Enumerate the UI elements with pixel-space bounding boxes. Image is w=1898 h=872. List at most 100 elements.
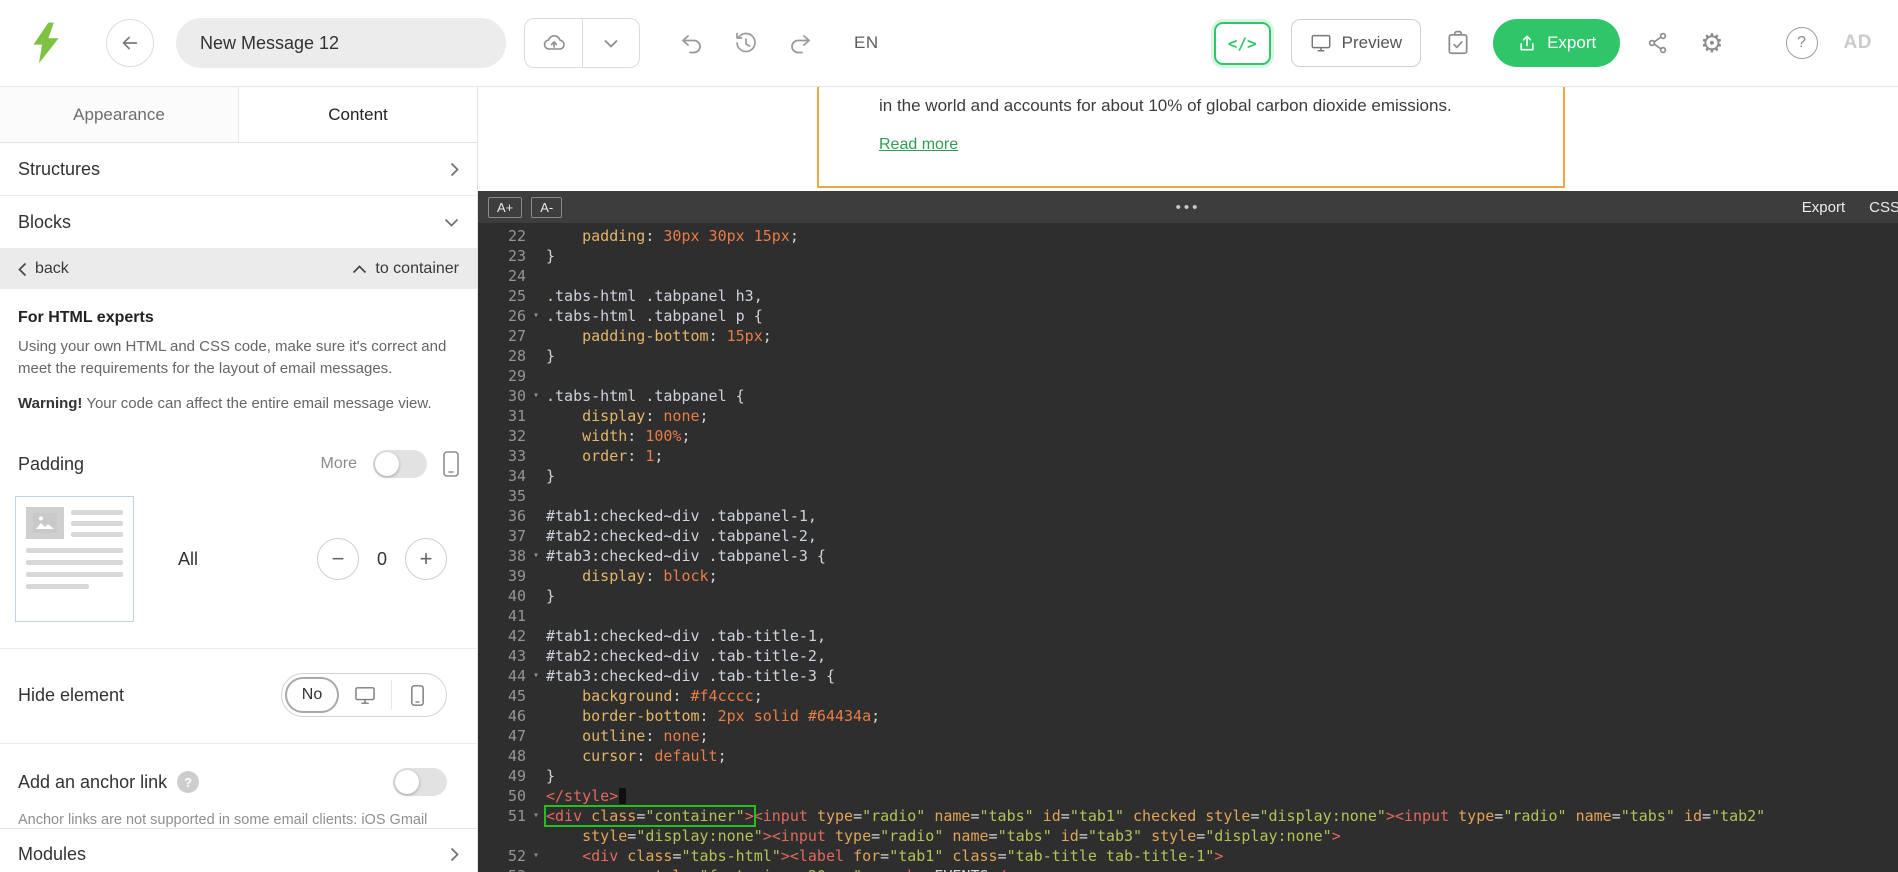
code-line[interactable]: 50 </style> bbox=[478, 786, 1898, 806]
code-text: } bbox=[546, 467, 556, 485]
code-editor[interactable]: 22 padding: 30px 30px 15px; 23} 24 25 .tabs-… bbox=[478, 223, 1898, 872]
code-view-toggle-button[interactable]: </> bbox=[1213, 21, 1271, 65]
save-options-dropdown[interactable] bbox=[582, 18, 640, 68]
font-increase-button[interactable]: A+ bbox=[488, 196, 523, 218]
tab-content[interactable]: Content bbox=[239, 87, 477, 142]
app-logo-icon[interactable] bbox=[26, 21, 66, 65]
code-text: <p style="font-size: 20px;">our<br>EVENT… bbox=[546, 866, 1024, 872]
hide-desktop-option[interactable] bbox=[339, 680, 391, 710]
code-line[interactable]: 39 display: block; bbox=[478, 566, 1898, 586]
export-button[interactable]: Export bbox=[1493, 19, 1621, 67]
selected-container-outline[interactable]: in the world and accounts for about 10% … bbox=[817, 87, 1565, 188]
padding-all-label: All bbox=[178, 548, 199, 569]
code-line[interactable]: 40} bbox=[478, 586, 1898, 606]
fold-arrow-icon[interactable]: ▾ bbox=[526, 806, 546, 826]
code-line[interactable]: 26 ▾ .tabs-html .tabpanel p { bbox=[478, 306, 1898, 326]
code-line[interactable]: 35 bbox=[478, 486, 1898, 506]
sidebar-item-modules[interactable]: Modules bbox=[0, 828, 477, 872]
code-line[interactable]: 52 ▾ <div class="tabs-html"><label for="t… bbox=[478, 846, 1898, 866]
code-line[interactable]: 47 outline: none; bbox=[478, 726, 1898, 746]
code-line[interactable]: 43 #tab2:checked~div .tab-title-2, bbox=[478, 646, 1898, 666]
resize-handle[interactable]: ••• bbox=[1176, 199, 1201, 216]
code-lines[interactable]: 22 padding: 30px 30px 15px; 23} 24 25 .tabs-… bbox=[478, 226, 1898, 872]
validator-button[interactable] bbox=[1445, 30, 1471, 56]
code-line[interactable]: 49} bbox=[478, 766, 1898, 786]
upload-button[interactable] bbox=[524, 18, 582, 68]
code-line[interactable]: style="display:none"><input type="radio"… bbox=[478, 826, 1898, 846]
chevron-down-icon bbox=[444, 218, 459, 227]
language-selector[interactable]: EN bbox=[854, 33, 879, 53]
redo-button[interactable] bbox=[788, 31, 812, 55]
back-link[interactable]: back bbox=[18, 260, 69, 278]
code-line[interactable]: 48 cursor: default; bbox=[478, 746, 1898, 766]
more-toggle[interactable] bbox=[373, 450, 427, 479]
fold-arrow-icon[interactable]: ▾ bbox=[526, 666, 546, 686]
fold-arrow-icon[interactable]: ▾ bbox=[526, 846, 546, 866]
help-button[interactable]: ? bbox=[1785, 27, 1818, 59]
code-line[interactable]: 34} bbox=[478, 466, 1898, 486]
tab-appearance[interactable]: Appearance bbox=[0, 87, 239, 142]
code-line[interactable]: 27 padding-bottom: 15px; bbox=[478, 326, 1898, 346]
mobile-icon[interactable] bbox=[443, 451, 459, 478]
line-number: 43 bbox=[507, 647, 526, 665]
fold-arrow-icon[interactable]: ▾ bbox=[526, 306, 546, 326]
hide-mobile-option[interactable] bbox=[390, 680, 444, 711]
code-line[interactable]: 44 ▾ #tab3:checked~div .tab-title-3 { bbox=[478, 666, 1898, 686]
code-line[interactable]: 42 #tab1:checked~div .tab-title-1, bbox=[478, 626, 1898, 646]
message-title-input[interactable]: New Message 12 bbox=[176, 18, 506, 68]
divider bbox=[0, 743, 477, 745]
chevron-right-icon bbox=[450, 162, 459, 176]
question-icon: ? bbox=[1797, 34, 1806, 51]
read-more-link[interactable]: Read more bbox=[879, 136, 958, 154]
code-text: outline: none; bbox=[582, 727, 709, 745]
code-line[interactable]: 41 bbox=[478, 606, 1898, 626]
hide-none-option[interactable]: No bbox=[285, 677, 339, 714]
code-line[interactable]: 37 #tab2:checked~div .tabpanel-2, bbox=[478, 526, 1898, 546]
line-number: 46 bbox=[507, 707, 526, 725]
code-line[interactable]: 33 order: 1; bbox=[478, 446, 1898, 466]
settings-button[interactable]: ⚙ bbox=[1700, 30, 1723, 56]
font-decrease-button[interactable]: A- bbox=[531, 196, 563, 218]
code-line[interactable]: 25 .tabs-html .tabpanel h3, bbox=[478, 286, 1898, 306]
cloud-upload-icon bbox=[543, 35, 565, 50]
code-line[interactable]: 53 <p style="font-size: 20px;">our<br>EV… bbox=[478, 866, 1898, 872]
anchor-link-toggle[interactable] bbox=[393, 768, 447, 797]
code-line[interactable]: 28} bbox=[478, 346, 1898, 366]
code-line[interactable]: 38 ▾ #tab3:checked~div .tabpanel-3 { bbox=[478, 546, 1898, 566]
padding-increase-button[interactable]: + bbox=[405, 538, 447, 581]
undo-button[interactable] bbox=[680, 31, 704, 55]
code-css-tab[interactable]: CSS bbox=[1869, 199, 1898, 216]
fold-gutter bbox=[526, 466, 546, 486]
back-button[interactable] bbox=[106, 19, 154, 67]
code-line[interactable]: 36 #tab1:checked~div .tabpanel-1, bbox=[478, 506, 1898, 526]
code-line[interactable]: 22 padding: 30px 30px 15px; bbox=[478, 226, 1898, 246]
code-line[interactable]: 29 bbox=[478, 366, 1898, 386]
to-container-link[interactable]: to container bbox=[352, 260, 459, 278]
padding-value[interactable]: 0 bbox=[373, 549, 391, 570]
share-button[interactable] bbox=[1646, 31, 1670, 55]
code-line[interactable]: 30 ▾ .tabs-html .tabpanel { bbox=[478, 386, 1898, 406]
line-number: 42 bbox=[507, 627, 526, 645]
padding-label: Padding bbox=[18, 453, 85, 474]
fold-gutter bbox=[526, 746, 546, 766]
fold-arrow-icon[interactable]: ▾ bbox=[526, 386, 546, 406]
line-number: 44 bbox=[507, 667, 526, 685]
version-history-button[interactable] bbox=[734, 31, 758, 55]
padding-decrease-button[interactable]: − bbox=[317, 538, 359, 581]
code-line[interactable]: 51 ▾ <div class="container"><input type="r… bbox=[478, 805, 1898, 827]
anchor-help-icon[interactable]: ? bbox=[177, 771, 200, 794]
code-line[interactable]: 32 width: 100%; bbox=[478, 426, 1898, 446]
code-line[interactable]: 24 bbox=[478, 266, 1898, 286]
code-line[interactable]: 23} bbox=[478, 246, 1898, 266]
fold-gutter bbox=[526, 646, 546, 666]
anchor-link-row: Add an anchor link ? bbox=[0, 768, 477, 797]
sidebar-item-blocks[interactable]: Blocks bbox=[0, 196, 477, 249]
account-avatar[interactable]: AD bbox=[1844, 32, 1872, 54]
preview-button[interactable]: Preview bbox=[1290, 19, 1422, 67]
code-line[interactable]: 46 border-bottom: 2px solid #64434a; bbox=[478, 706, 1898, 726]
code-export-button[interactable]: Export bbox=[1802, 199, 1845, 216]
fold-arrow-icon[interactable]: ▾ bbox=[526, 546, 546, 566]
sidebar-item-structures[interactable]: Structures bbox=[0, 143, 477, 196]
code-line[interactable]: 31 display: none; bbox=[478, 406, 1898, 426]
code-line[interactable]: 45 background: #f4cccc; bbox=[478, 686, 1898, 706]
